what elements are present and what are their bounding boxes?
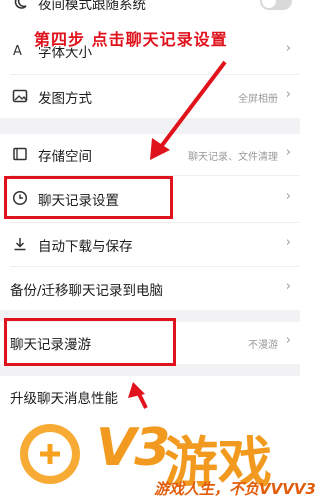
watermark-slogan: 游戏人生，不负VVVV3 [154, 480, 316, 498]
watermark-logo-icon [20, 424, 80, 484]
watermark-logo: V3 [96, 418, 170, 478]
